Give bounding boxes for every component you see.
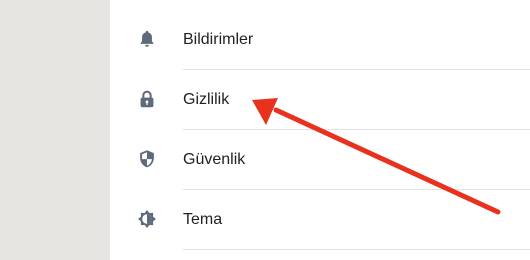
theme-icon [136,208,158,230]
bell-icon [136,28,158,50]
menu-item-notifications[interactable]: Bildirimler [110,10,530,70]
settings-menu: Bildirimler Gizlilik Güvenlik Tema [110,0,530,260]
divider [183,249,530,250]
menu-item-theme[interactable]: Tema [110,190,530,250]
menu-item-privacy[interactable]: Gizlilik [110,70,530,130]
menu-item-label: Tema [183,211,223,228]
menu-item-label: Gizlilik [183,91,230,108]
lock-icon [136,88,158,110]
left-gutter [0,0,110,260]
menu-item-security[interactable]: Güvenlik [110,130,530,190]
menu-item-label: Bildirimler [183,31,254,48]
shield-icon [136,148,158,170]
menu-item-label: Güvenlik [183,151,246,168]
